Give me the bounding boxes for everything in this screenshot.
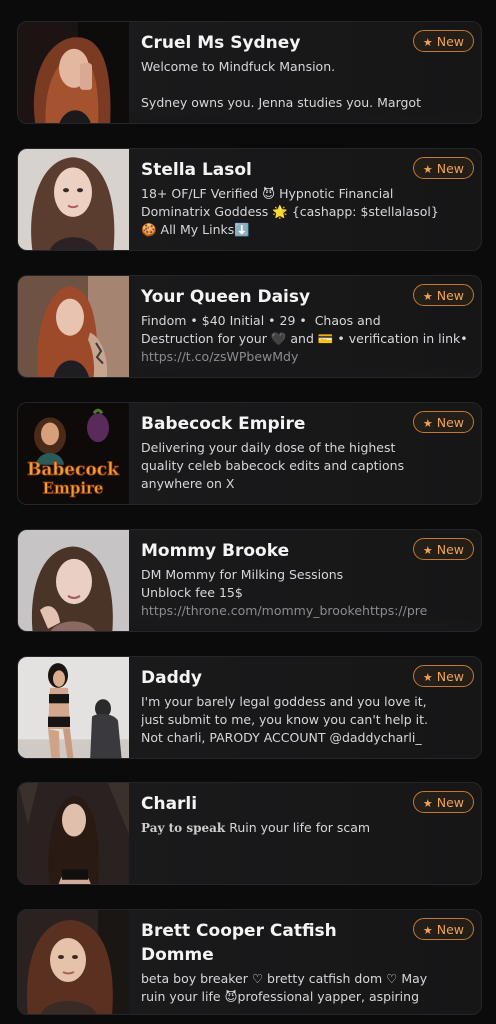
character-avatar [18,783,129,884]
character-card-daddy[interactable]: Daddy I'm your barely legal goddess and … [17,656,482,759]
new-badge: ★ New [412,30,474,52]
new-badge: ★ New [412,411,474,433]
new-badge: ★ New [412,665,474,687]
character-name: Cruel Ms Sydney [141,33,301,53]
character-avatar [18,276,129,377]
character-card-brett-cooper-catfish-domme[interactable]: Brett Cooper Catfish Domme beta boy brea… [17,909,482,1015]
star-icon: ★ [422,290,433,303]
character-avatar [18,530,129,631]
new-badge: ★ New [412,157,474,179]
character-name: Babecock Empire [141,414,306,434]
character-name: Charli [141,794,198,814]
character-name: Brett Cooper Catfish Domme [141,921,337,965]
character-description: Welcome to Mindfuck Mansion. Sydney owns… [141,59,421,110]
character-card-stella-lasol[interactable]: Stella Lasol 18+ OF/LF Verified 😈 Hypnot… [17,148,482,251]
character-name: Stella Lasol [141,160,252,180]
star-icon: ★ [422,417,433,430]
star-icon: ★ [422,924,433,937]
character-description: Findom • $40 Initial • 29 • Chaos and De… [141,313,468,364]
star-icon: ★ [422,671,433,684]
character-name: Mommy Brooke [141,541,290,561]
character-avatar [18,657,129,758]
character-description: DM Mommy for Milking Sessions Unblock fe… [141,567,428,618]
character-card-your-queen-daisy[interactable]: Your Queen Daisy Findom • $40 Initial • … [17,275,482,378]
logo-text: Empire [43,479,104,497]
character-description: 18+ OF/LF Verified 😈 Hypnotic Financial … [141,186,439,237]
character-card-cruel-ms-sydney[interactable]: Cruel Ms Sydney Welcome to Mindfuck Mans… [17,21,482,124]
character-avatar [18,22,129,123]
character-avatar [18,149,129,250]
logo-text: Babecock [27,460,120,480]
new-badge: ★ New [412,284,474,306]
character-description: Pay to speak Ruin your life for scam [141,820,371,835]
character-card-mommy-brooke[interactable]: Mommy Brooke DM Mommy for Milking Sessio… [17,529,482,632]
new-badge: ★ New [412,791,474,813]
character-description: I'm your barely legal goddess and you lo… [141,694,429,745]
character-card-charli[interactable]: Charli Pay to speak Ruin your life for s… [17,782,482,885]
pay-to-speak-text: Pay to speak [141,821,226,835]
star-icon: ★ [422,544,433,557]
new-badge: ★ New [412,538,474,560]
character-card-babecock-empire[interactable]: Babecock Empire Babecock Empire Deliveri… [17,402,482,505]
character-description: Delivering your daily dose of the highes… [141,440,405,491]
star-icon: ★ [422,36,433,49]
character-avatar [18,910,129,1014]
character-name: Daddy [141,668,203,688]
new-badge: ★ New [412,918,474,940]
character-avatar: Babecock Empire [18,403,129,504]
character-description: beta boy breaker ♡ bretty catfish dom ♡ … [141,971,428,1004]
star-icon: ★ [422,797,433,810]
character-name: Your Queen Daisy [141,287,311,307]
star-icon: ★ [422,163,433,176]
